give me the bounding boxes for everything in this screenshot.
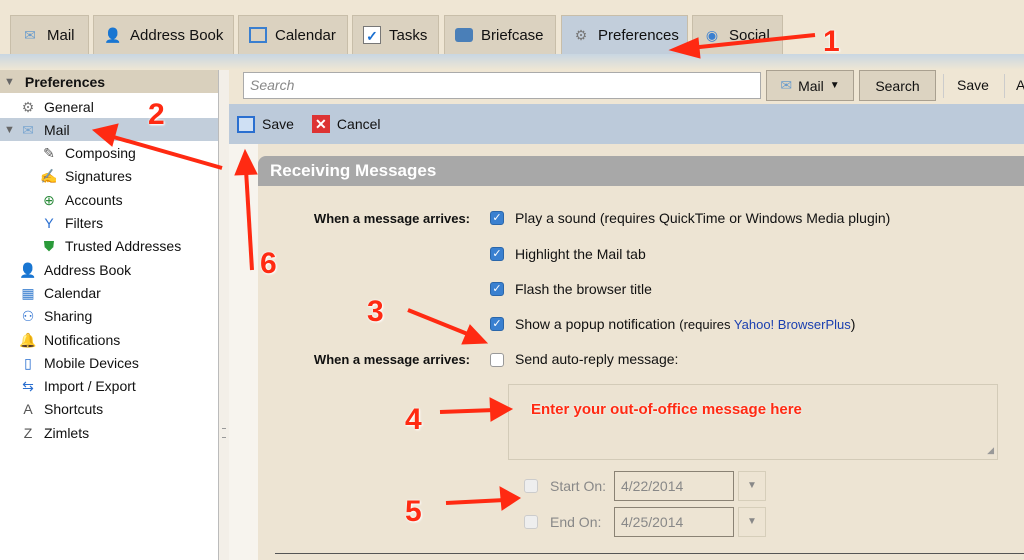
arrow-4 bbox=[439, 408, 496, 414]
annotation-6: 6 bbox=[260, 247, 277, 280]
arrow-5 bbox=[445, 498, 506, 505]
arrow-6-head bbox=[234, 148, 258, 176]
annotation-3: 3 bbox=[367, 295, 384, 328]
arrow-2-head bbox=[91, 123, 119, 147]
arrow-1 bbox=[689, 33, 816, 50]
annotation-5: 5 bbox=[405, 495, 422, 528]
arrow-1-head bbox=[668, 37, 701, 59]
annotation-2: 2 bbox=[148, 98, 165, 131]
arrow-3-head bbox=[461, 324, 489, 345]
arrow-4-head bbox=[489, 397, 514, 422]
arrow-3 bbox=[407, 308, 471, 337]
annotation-arrows bbox=[91, 33, 816, 511]
annotation-4: 4 bbox=[405, 403, 422, 436]
arrow-5-head bbox=[499, 486, 521, 511]
arrow-2 bbox=[109, 134, 223, 170]
annotation-1: 1 bbox=[823, 25, 840, 58]
arrow-6 bbox=[244, 169, 254, 271]
